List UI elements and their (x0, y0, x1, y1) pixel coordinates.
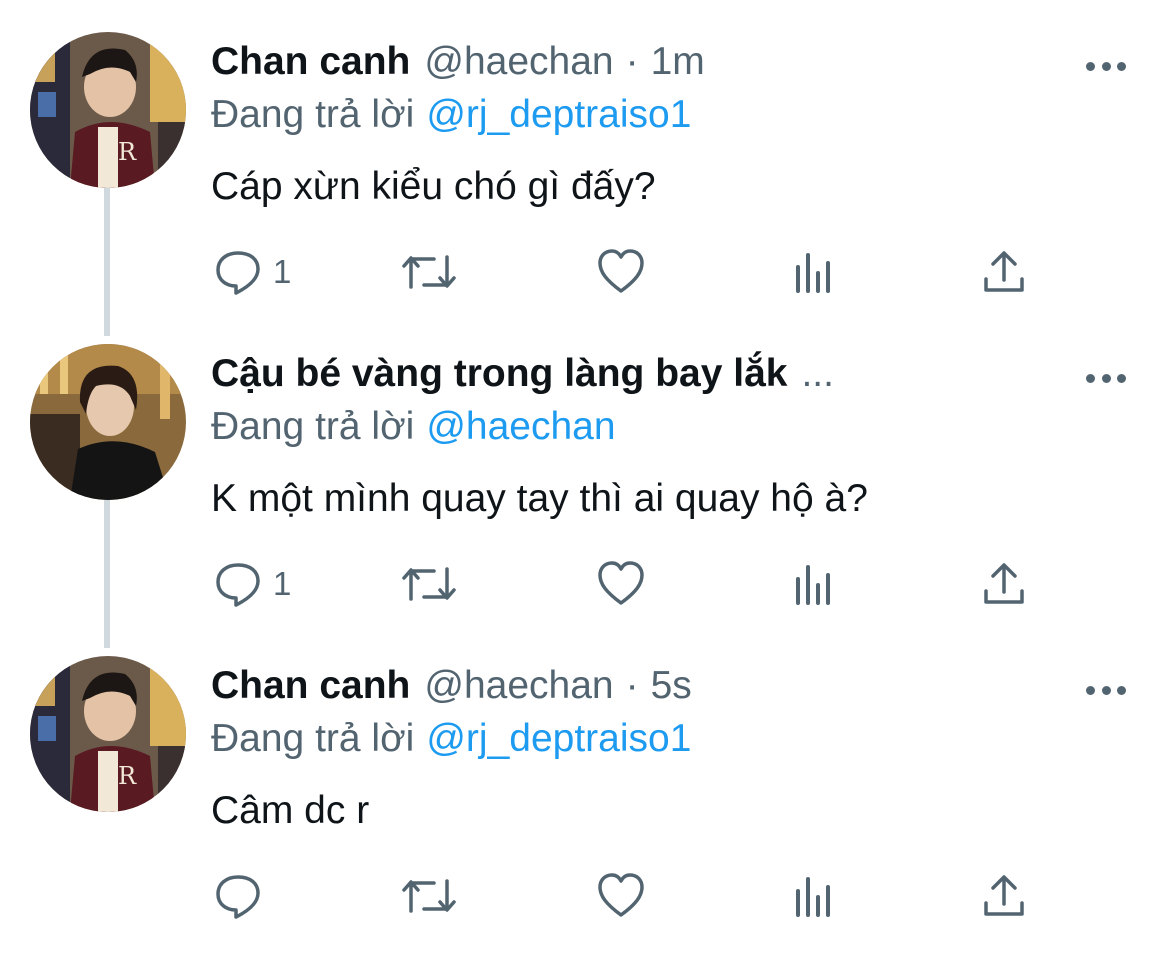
svg-text:R: R (118, 138, 137, 166)
svg-text:R: R (118, 762, 137, 790)
separator: · (625, 664, 639, 707)
avatar[interactable] (30, 344, 186, 500)
retweet-icon (402, 255, 456, 289)
tweet-text: K một mình quay tay thì ai quay hộ à? (211, 477, 868, 520)
display-name[interactable]: Chan canh (211, 662, 410, 710)
tweet[interactable]: R Chan canh @haechan · 5s Đang trả lời @r… (0, 656, 1170, 968)
name-truncation: ... (801, 352, 834, 395)
reply-icon (216, 251, 260, 295)
timestamp[interactable]: 1m (651, 38, 705, 86)
display-name[interactable]: Chan canh (211, 38, 410, 86)
tweet-actions (0, 866, 1170, 926)
share-icon (984, 563, 1024, 604)
tweet-header: Chan canh @haechan · 5s (211, 662, 1080, 710)
more-icon[interactable] (1086, 372, 1126, 384)
retweet-button[interactable] (400, 554, 458, 614)
tweet-text: Cáp xừn kiểu chó gì đấy? (211, 165, 656, 208)
reply-button[interactable]: 1 (213, 554, 291, 614)
replying-to-link[interactable]: @rj_deptraiso1 (426, 717, 691, 760)
reply-icon (216, 563, 260, 607)
replying-to-link[interactable]: @haechan (426, 405, 615, 448)
more-icon[interactable] (1086, 60, 1126, 72)
like-icon (598, 561, 644, 605)
replying-to: Đang trả lời @rj_deptraiso1 (211, 91, 691, 139)
analytics-icon (796, 253, 830, 293)
analytics-icon (796, 565, 830, 605)
avatar[interactable]: R (30, 32, 186, 188)
share-button[interactable] (980, 242, 1028, 302)
replying-to: Đang trả lời @rj_deptraiso1 (211, 715, 691, 763)
analytics-button[interactable] (792, 242, 836, 302)
like-button[interactable] (596, 242, 646, 302)
like-icon (598, 873, 644, 917)
retweet-icon (402, 879, 456, 913)
reply-count: 1 (273, 253, 292, 290)
timestamp[interactable]: 5s (651, 662, 692, 710)
tweet[interactable]: R Chan canh @haechan · 1m Đang trả lời @r… (0, 32, 1170, 344)
tweet-text: Câm dc r (211, 789, 370, 832)
tweet[interactable]: Cậu bé vàng trong làng bay lắk ... Đang … (0, 344, 1170, 656)
tweet-header: Chan canh @haechan · 1m (211, 38, 1080, 86)
reply-count: 1 (273, 565, 292, 602)
like-icon (598, 249, 644, 293)
avatar[interactable]: R (30, 656, 186, 812)
more-icon[interactable] (1086, 684, 1126, 696)
share-icon (984, 875, 1024, 916)
replying-to: Đang trả lời @haechan (211, 403, 616, 451)
analytics-button[interactable] (792, 554, 836, 614)
username[interactable]: @haechan (424, 38, 613, 86)
share-button[interactable] (980, 554, 1028, 614)
retweet-button[interactable] (400, 242, 458, 302)
like-button[interactable] (596, 866, 646, 926)
reply-icon (216, 875, 260, 919)
display-name[interactable]: Cậu bé vàng trong làng bay lắk (211, 350, 787, 398)
retweet-button[interactable] (400, 866, 458, 926)
tweet-actions: 1 (0, 242, 1170, 302)
replying-prefix: Đang trả lời (211, 405, 415, 448)
share-button[interactable] (980, 866, 1028, 926)
reply-button[interactable]: 1 (213, 242, 291, 302)
replying-prefix: Đang trả lời (211, 717, 415, 760)
separator: · (625, 40, 639, 83)
share-icon (984, 251, 1024, 292)
analytics-button[interactable] (792, 866, 836, 926)
username[interactable]: @haechan (424, 662, 613, 710)
replying-prefix: Đang trả lời (211, 93, 415, 136)
tweet-actions: 1 (0, 554, 1170, 614)
analytics-icon (796, 877, 830, 917)
retweet-icon (402, 567, 456, 601)
replying-to-link[interactable]: @rj_deptraiso1 (426, 93, 691, 136)
tweet-header: Cậu bé vàng trong làng bay lắk ... (211, 350, 1080, 398)
reply-button[interactable] (213, 866, 263, 926)
like-button[interactable] (596, 554, 646, 614)
